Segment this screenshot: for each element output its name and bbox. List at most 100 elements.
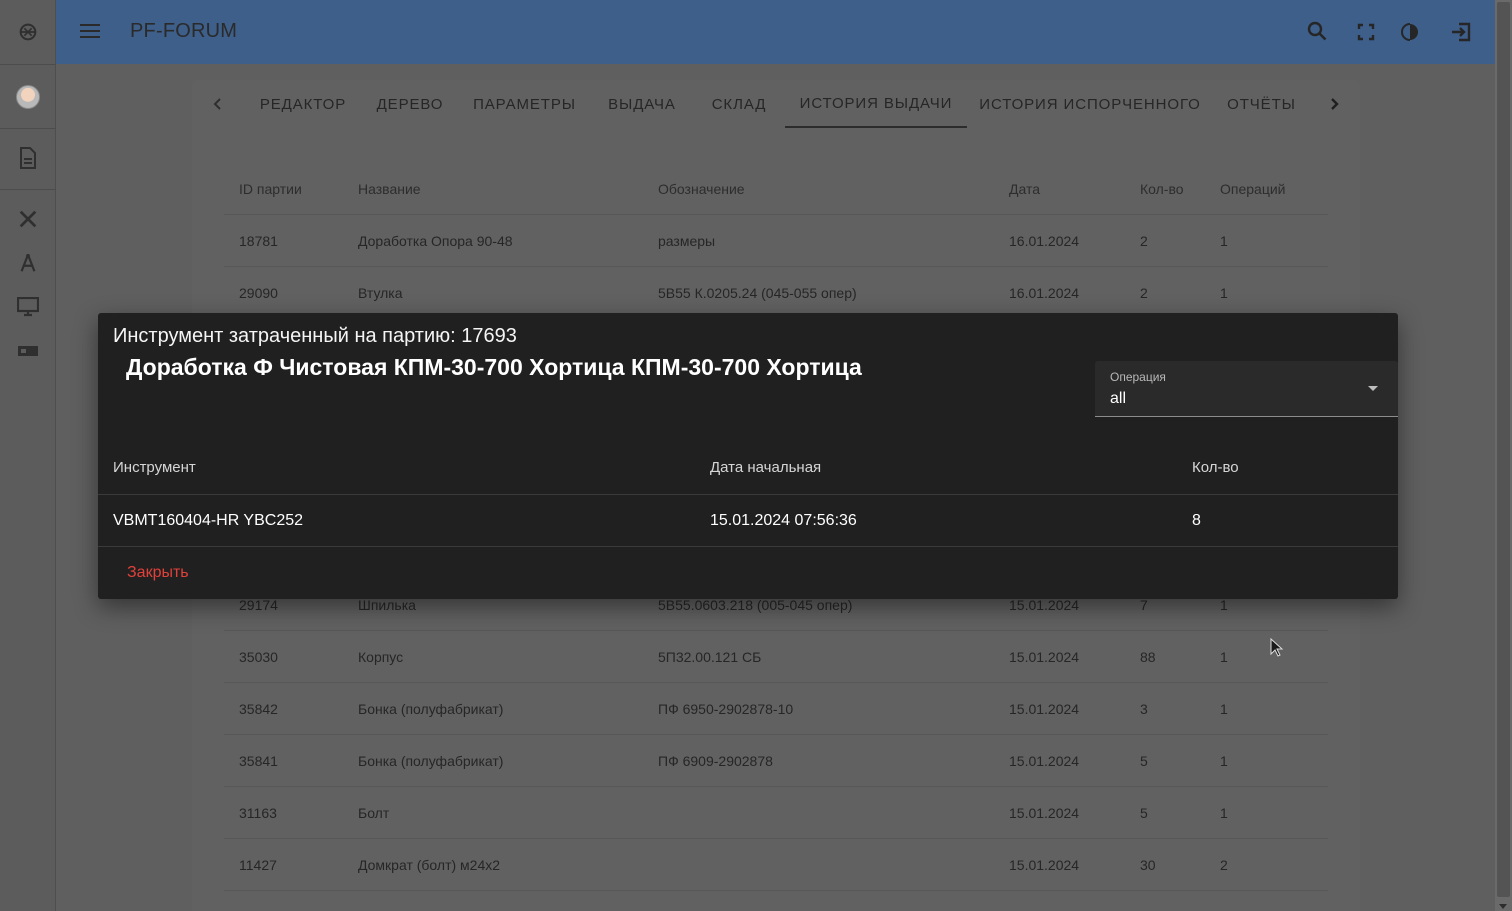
column-header-tool[interactable]: Инструмент: [113, 441, 196, 494]
table-header: ID партии Название Обозначение Дата Кол-…: [224, 164, 1328, 215]
tab-editor[interactable]: РЕДАКТОР: [244, 80, 362, 128]
cell-id: 35841: [239, 752, 278, 769]
close-button[interactable]: Закрыть: [115, 557, 201, 589]
menu-icon[interactable]: [80, 20, 100, 44]
cell-ops: 1: [1220, 232, 1228, 249]
cell-ops: 2: [1220, 856, 1228, 873]
cell-name: Втулка: [358, 284, 403, 301]
tab-parameters[interactable]: ПАРАМЕТРЫ: [458, 80, 591, 128]
table-row[interactable]: 18781 Доработка Опора 90-48 размеры 16.0…: [224, 215, 1328, 267]
cell-designation: ПФ 6909-2902878: [658, 752, 773, 769]
theme-toggle-icon[interactable]: [1396, 18, 1424, 46]
cell-date: 16.01.2024: [1009, 232, 1080, 249]
cell-designation: ПФ 6950-2902878-10: [658, 700, 794, 717]
cell-qty: 2: [1140, 232, 1148, 249]
column-header[interactable]: ID партии: [239, 164, 302, 214]
tab-spoiled-history[interactable]: ИСТОРИЯ ИСПОРЧЕННОГО: [967, 80, 1213, 128]
cell-tool: VBMT160404-HR YBC252: [113, 511, 304, 529]
cell-date: 15.01.2024: [1009, 648, 1080, 665]
cell-ops: 1: [1220, 752, 1228, 769]
user-avatar[interactable]: [0, 77, 56, 117]
app-bar: PF-FORUM: [56, 0, 1495, 64]
app-title: PF-FORUM: [130, 20, 238, 42]
dialog-table-header: Инструмент Дата начальная Кол-во: [98, 441, 1398, 495]
cell-qty: 30: [1140, 856, 1156, 873]
cell-qty: 5: [1140, 752, 1148, 769]
cell-date: 15.01.2024: [1009, 752, 1080, 769]
tab-issue[interactable]: ВЫДАЧА: [591, 80, 693, 128]
chevron-down-icon[interactable]: [1368, 386, 1378, 391]
tabs-prev-icon[interactable]: [208, 94, 228, 114]
cell-ops: 1: [1220, 804, 1228, 821]
cell-name: Домкрат (болт) м24х2: [358, 856, 501, 873]
dialog-subtitle: Доработка Ф Чистовая КПМ-30-700 Хортица …: [126, 354, 862, 380]
cell-qty: 3: [1140, 700, 1148, 717]
tools-icon[interactable]: [0, 199, 56, 239]
tab-issue-history[interactable]: ИСТОРИЯ ВЫДАЧИ: [785, 80, 967, 128]
card-icon[interactable]: [0, 331, 56, 371]
cell-id: 18781: [239, 232, 278, 249]
column-header[interactable]: Дата: [1009, 164, 1040, 214]
cell-id: 35842: [239, 700, 278, 717]
cell-id: 11427: [239, 856, 277, 873]
cell-designation: размеры: [658, 232, 716, 249]
cell-date: 16.01.2024: [1009, 284, 1080, 301]
cell-name: Болт: [358, 804, 390, 821]
table-row[interactable]: 35842 Бонка (полуфабрикат) ПФ 6950-29028…: [224, 683, 1328, 735]
table-row[interactable]: 29090 Втулка 5В55 К.0205.24 (045-055 опе…: [224, 267, 1328, 319]
cell-name: Бонка (полуфабрикат): [358, 752, 504, 769]
operation-select[interactable]: Операция all: [1095, 361, 1398, 417]
document-icon[interactable]: [0, 138, 56, 178]
logo-icon[interactable]: [0, 12, 56, 52]
column-header[interactable]: Операций: [1220, 164, 1286, 214]
cell-designation: 5В55 К.0205.24 (045-055 опер): [658, 284, 857, 301]
sidebar: [0, 0, 56, 911]
cell-start-date: 15.01.2024 07:56:36: [710, 511, 857, 529]
table-row[interactable]: 35841 Бонка (полуфабрикат) ПФ 6909-29028…: [224, 735, 1328, 787]
tab-warehouse[interactable]: СКЛАД: [693, 80, 785, 128]
operation-select-label: Операция: [1110, 370, 1166, 384]
scrollbar-thumb[interactable]: [1497, 2, 1510, 897]
search-icon[interactable]: [1304, 18, 1332, 46]
cell-id: 35030: [239, 648, 278, 665]
cell-qty: 8: [1192, 511, 1201, 529]
monitor-icon[interactable]: [0, 287, 56, 327]
cell-qty: 88: [1140, 648, 1156, 665]
tab-bar: РЕДАКТОР ДЕРЕВО ПАРАМЕТРЫ ВЫДАЧА СКЛАД И…: [192, 80, 1360, 128]
mouse-cursor-icon: [1270, 638, 1284, 657]
cell-designation: 5П32.00.121 СБ: [658, 648, 762, 665]
tab-tree[interactable]: ДЕРЕВО: [362, 80, 458, 128]
fullscreen-icon[interactable]: [1352, 18, 1380, 46]
column-header-qty[interactable]: Кол-во: [1192, 441, 1239, 494]
cell-name: Доработка Опора 90-48: [358, 232, 513, 249]
compass-icon[interactable]: [0, 243, 56, 283]
table-row[interactable]: 31163 Болт 15.01.2024 5 1: [224, 787, 1328, 839]
column-header-start-date[interactable]: Дата начальная: [710, 441, 821, 494]
column-header[interactable]: Обозначение: [658, 164, 745, 214]
cell-qty: 2: [1140, 284, 1148, 301]
cell-name: Бонка (полуфабрикат): [358, 700, 504, 717]
tabs-next-icon[interactable]: [1324, 94, 1344, 114]
tab-reports[interactable]: ОТЧЁТЫ: [1213, 80, 1310, 128]
dialog-table-row[interactable]: VBMT160404-HR YBC252 15.01.2024 07:56:36…: [98, 495, 1398, 547]
column-header[interactable]: Название: [358, 164, 421, 214]
cell-date: 15.01.2024: [1009, 804, 1080, 821]
cell-ops: 1: [1220, 284, 1228, 301]
cell-id: 31163: [239, 804, 277, 821]
cell-id: 29090: [239, 284, 278, 301]
cell-ops: 1: [1220, 700, 1228, 717]
cell-date: 15.01.2024: [1009, 856, 1080, 873]
cell-name: Корпус: [358, 648, 404, 665]
dialog-title: Инструмент затраченный на партию: 17693: [113, 325, 517, 347]
operation-select-value: all: [1110, 390, 1127, 407]
page-scrollbar[interactable]: [1495, 0, 1512, 911]
cell-date: 15.01.2024: [1009, 700, 1080, 717]
table-row[interactable]: 11427 Домкрат (болт) м24х2 15.01.2024 30…: [224, 839, 1328, 891]
tool-usage-dialog: Инструмент затраченный на партию: 17693 …: [98, 313, 1398, 599]
table-row[interactable]: 35030 Корпус 5П32.00.121 СБ 15.01.2024 8…: [224, 631, 1328, 683]
column-header[interactable]: Кол-во: [1140, 164, 1184, 214]
scroll-down-icon[interactable]: [1499, 904, 1507, 909]
cell-qty: 5: [1140, 804, 1148, 821]
logout-icon[interactable]: [1447, 18, 1475, 46]
cell-ops: 1: [1220, 648, 1228, 665]
